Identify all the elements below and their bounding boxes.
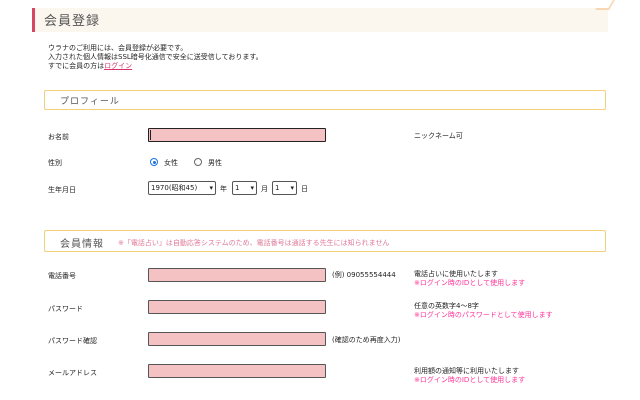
member-section-note: ※「電話占い」は自動応答システムのため、電話番号は通話する先生には知られません xyxy=(118,239,390,247)
gender-male-label[interactable]: 男性 xyxy=(208,158,222,168)
birthday-label: 生年月日 xyxy=(48,186,76,194)
profile-section-header xyxy=(44,90,606,110)
phone-example: (例) 09055554444 xyxy=(332,271,396,279)
birth-month-select[interactable]: 1 ▾ xyxy=(232,181,257,195)
page-title: 会員登録 xyxy=(44,14,101,29)
birth-day-value: 1 xyxy=(275,184,280,192)
email-login-id-note: ※ログイン時のIDとして使用します xyxy=(414,376,526,384)
password-confirm-hint: (確認のため再度入力) xyxy=(332,336,401,344)
login-link[interactable]: ログイン xyxy=(104,62,132,70)
phone-login-id-note: ※ログイン時のIDとして使用します xyxy=(414,279,526,287)
phone-label: 電話番号 xyxy=(48,272,76,280)
intro-line-3-prefix: すでに会員の方は xyxy=(48,62,105,70)
chevron-down-icon: ▾ xyxy=(290,184,294,192)
email-input[interactable] xyxy=(148,364,326,378)
birth-month-value: 1 xyxy=(235,184,240,192)
email-note: 利用額の通知等に利用いたします xyxy=(414,367,519,375)
intro-line-3: すでに会員の方はログイン xyxy=(48,62,132,71)
text-cursor xyxy=(150,130,151,140)
gender-label: 性別 xyxy=(48,159,62,167)
profile-section-title: プロフィール xyxy=(60,97,120,107)
name-input[interactable] xyxy=(148,128,326,142)
email-label: メールアドレス xyxy=(48,369,97,377)
birth-day-select[interactable]: 1 ▾ xyxy=(272,181,297,195)
intro-line-2: 入力された個人情報はSSL暗号化通信で安全に送受信しております。 xyxy=(48,53,263,61)
gender-male-radio[interactable] xyxy=(194,158,202,166)
password-note: 任意の英数字4～8字 xyxy=(414,302,479,310)
chevron-down-icon: ▾ xyxy=(209,184,213,192)
intro-line-1: ウラナのご利用には、会員登録が必要です。 xyxy=(48,44,188,52)
gender-female-radio[interactable] xyxy=(150,158,158,166)
phone-input[interactable] xyxy=(148,268,326,282)
corner-decoration xyxy=(595,0,615,10)
password-login-note: ※ログイン時のパスワードとして使用します xyxy=(414,311,553,319)
year-unit: 年 xyxy=(220,185,227,193)
birth-year-value: 1970(昭和45) xyxy=(151,184,198,192)
password-label: パスワード xyxy=(48,305,83,313)
member-section-title: 会員情報 xyxy=(60,239,104,250)
birth-year-select[interactable]: 1970(昭和45) ▾ xyxy=(148,181,216,195)
password-input[interactable] xyxy=(148,300,326,314)
password-confirm-label: パスワード確認 xyxy=(48,337,97,345)
month-unit: 月 xyxy=(261,185,268,193)
page-header xyxy=(32,8,608,32)
name-note: ニックネーム可 xyxy=(414,132,463,140)
name-label: お名前 xyxy=(48,133,69,141)
gender-female-label[interactable]: 女性 xyxy=(164,158,178,168)
day-unit: 日 xyxy=(301,185,308,193)
chevron-down-icon: ▾ xyxy=(250,184,254,192)
phone-note: 電話占いに使用いたします xyxy=(414,270,498,278)
password-confirm-input[interactable] xyxy=(148,332,326,346)
